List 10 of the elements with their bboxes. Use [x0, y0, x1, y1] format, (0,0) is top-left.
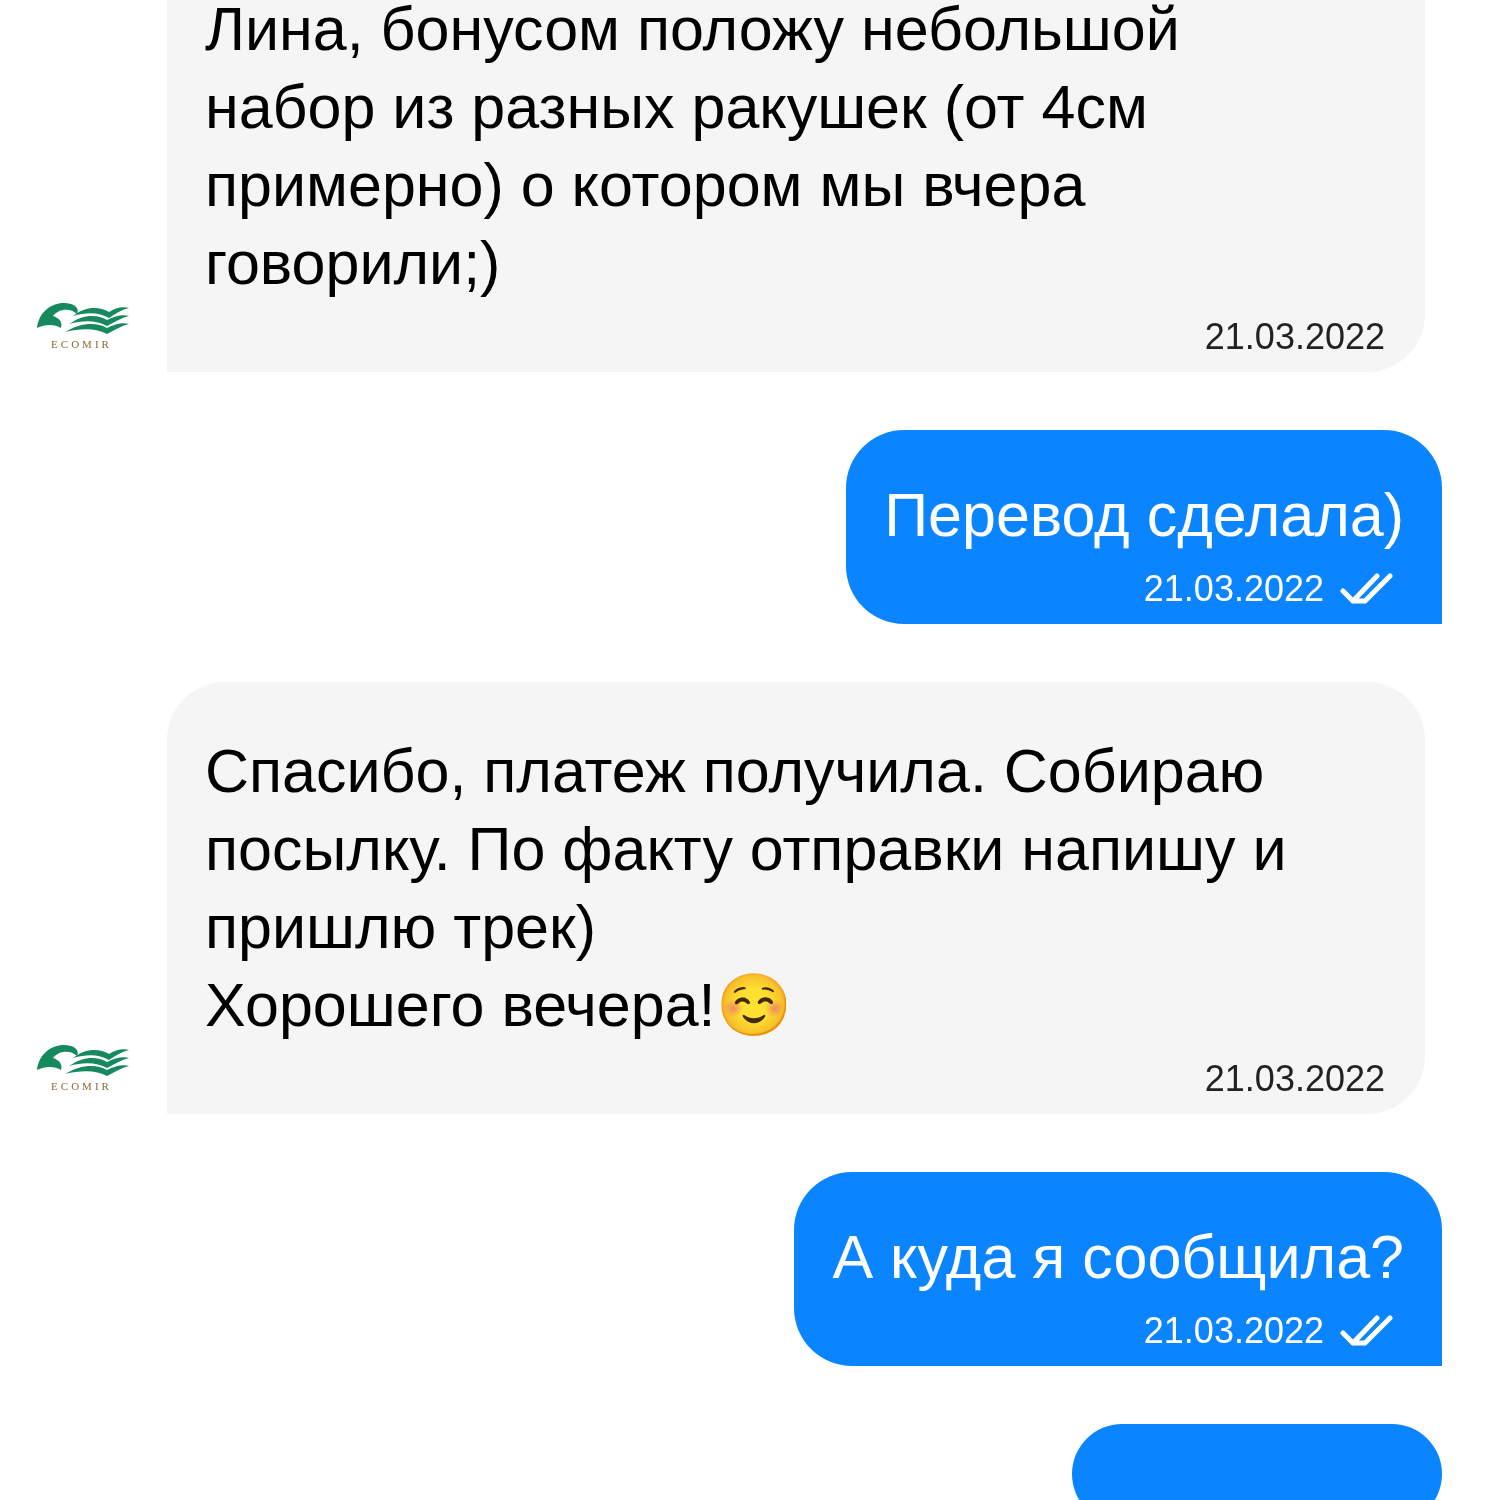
message-time: 21.03.2022: [1204, 316, 1385, 358]
logo-text: ECOMIR: [51, 1080, 112, 1092]
message-text: Лина, бонусом положу небольшой набор из разных ракушек (от 4см примерно) о котором мы вчера говорили;): [205, 0, 1181, 299]
message-text: Перевод сделала): [884, 480, 1404, 551]
message-time: 21.03.2022: [1204, 1058, 1385, 1100]
message-time: 21.03.2022: [1143, 568, 1324, 610]
message-time: 21.03.2022: [1143, 1310, 1324, 1352]
message-text: Спасибо, платеж получила. Собираю посылку. По факту отправки напишу и пришлю трек) Хорошего вечера!☺: [205, 736, 1288, 1041]
logo-text: ECOMIR: [51, 338, 112, 350]
message-text: А куда я сообщила?: [832, 1222, 1404, 1293]
